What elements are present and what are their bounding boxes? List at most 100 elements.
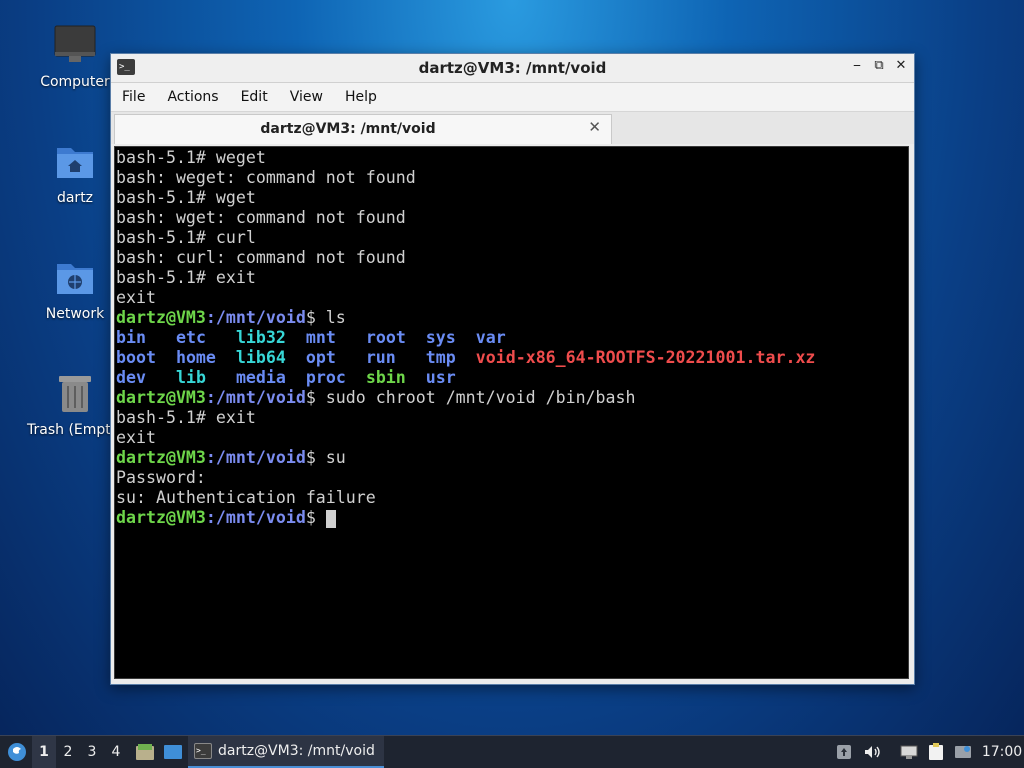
- terminal-line: dartz@VM3:/mnt/void$ ls: [116, 308, 908, 328]
- desktop-icon-label: Network: [45, 306, 105, 322]
- dir-entry: tmp: [425, 348, 456, 367]
- tray-volume[interactable]: [862, 736, 882, 768]
- dir-entry: sys: [425, 328, 456, 347]
- dir-entry: lib: [175, 368, 206, 387]
- ls-output-row: bin etc lib32 mnt root sys var: [116, 328, 908, 348]
- ls-output-row: boot home lib64 opt run tmp void-x86_64-…: [116, 348, 908, 368]
- tray-notifications[interactable]: [952, 736, 974, 768]
- taskbar-task-label: dartz@VM3: /mnt/void: [218, 743, 375, 759]
- command: $ ls: [305, 308, 346, 327]
- desktop-icon-label: Trash (Empty): [27, 422, 125, 438]
- menu-file[interactable]: File: [122, 89, 145, 105]
- clipboard-icon: [929, 743, 943, 760]
- terminal-line: dartz@VM3:/mnt/void$ su: [116, 448, 908, 468]
- app-menu-button[interactable]: [4, 736, 30, 768]
- workspace-3[interactable]: 3: [80, 736, 104, 768]
- desktop-icon-network[interactable]: Network: [27, 256, 123, 322]
- volume-icon: [865, 746, 880, 758]
- taskbar: 1 2 3 4 >_ dartz@VM3: /mnt/void 17:00: [0, 735, 1024, 768]
- dir-entry: root: [365, 328, 406, 347]
- terminal-line: bash-5.1# exit: [116, 408, 256, 427]
- command: $ sudo chroot /mnt/void /bin/bash: [305, 388, 636, 407]
- terminal-output[interactable]: bash-5.1# weget bash: weget: command not…: [114, 146, 909, 679]
- terminal-line: exit: [116, 428, 156, 447]
- text-cursor: [325, 509, 336, 528]
- desktop-icon-computer[interactable]: Computer: [27, 24, 123, 90]
- prompt-path: :/mnt/void: [205, 448, 306, 467]
- ls-output-row: dev lib media proc sbin usr: [116, 368, 908, 388]
- trash-icon: [53, 372, 97, 416]
- workspace-1[interactable]: 1: [32, 736, 56, 768]
- computer-icon: [53, 24, 97, 68]
- menu-help[interactable]: Help: [345, 89, 377, 105]
- terminal-line: Password:: [116, 468, 206, 487]
- prompt-user: dartz@VM3: [116, 388, 206, 407]
- dir-entry: run: [365, 348, 396, 367]
- terminal-window[interactable]: >_ dartz@VM3: /mnt/void ⎯ ⧉ ✕ File Actio…: [110, 53, 915, 685]
- menu-edit[interactable]: Edit: [241, 89, 268, 105]
- dir-entry: etc: [175, 328, 206, 347]
- menu-actions[interactable]: Actions: [167, 89, 218, 105]
- notification-icon: [955, 746, 971, 758]
- prompt-path: :/mnt/void: [205, 508, 306, 527]
- desktop-icon-home[interactable]: dartz: [27, 140, 123, 206]
- workspace-4[interactable]: 4: [104, 736, 128, 768]
- close-icon[interactable]: ✕: [894, 58, 908, 73]
- prompt-path: :/mnt/void: [205, 308, 306, 327]
- desktop-icon-label: dartz: [56, 190, 94, 206]
- tab-terminal[interactable]: dartz@VM3: /mnt/void ✕: [114, 114, 612, 144]
- terminal-line: exit: [116, 288, 156, 307]
- terminal-line: bash-5.1# curl: [116, 228, 256, 247]
- prompt-user: dartz@VM3: [116, 308, 206, 327]
- archive-file-entry: void-x86_64-ROOTFS-20221001.tar.xz: [475, 348, 816, 367]
- menu-view[interactable]: View: [290, 89, 323, 105]
- restore-icon[interactable]: ⧉: [872, 58, 886, 73]
- dir-entry: media: [235, 368, 286, 387]
- terminal-line: bash: curl: command not found: [116, 248, 406, 267]
- tray-updates[interactable]: [834, 736, 854, 768]
- terminal-line: bash-5.1# wget: [116, 188, 256, 207]
- tab-close-icon[interactable]: ✕: [588, 118, 601, 136]
- dir-entry: bin: [116, 328, 146, 347]
- dir-entry: mnt: [305, 328, 336, 347]
- terminal-line: su: Authentication failure: [116, 488, 376, 507]
- file-manager-icon: [136, 744, 154, 760]
- terminal-line: bash: weget: command not found: [116, 168, 416, 187]
- terminal-task-icon: >_: [194, 743, 212, 759]
- tray-network[interactable]: [898, 736, 920, 768]
- desktop-icon-trash[interactable]: Trash (Empty): [27, 372, 125, 438]
- minimize-icon[interactable]: ⎯: [850, 58, 864, 73]
- home-folder-icon: [53, 140, 97, 184]
- dir-entry: boot: [116, 348, 156, 367]
- menu-bar: File Actions Edit View Help: [111, 83, 914, 111]
- tray-clipboard[interactable]: [926, 736, 946, 768]
- file-manager-launcher[interactable]: [134, 736, 156, 768]
- network-icon: [900, 745, 918, 759]
- prompt-symbol: $: [305, 508, 326, 527]
- tab-bar: dartz@VM3: /mnt/void ✕: [111, 111, 914, 144]
- command: $ su: [305, 448, 346, 467]
- prompt-path: :/mnt/void: [205, 388, 306, 407]
- dir-entry: sbin: [365, 368, 406, 387]
- desktop-icon-label: Computer: [40, 74, 110, 90]
- taskbar-terminal-button[interactable]: >_ dartz@VM3: /mnt/void: [188, 736, 384, 768]
- terminal-line: bash-5.1# weget: [116, 148, 266, 167]
- dir-entry: lib64: [235, 348, 286, 367]
- start-menu-icon: [8, 743, 26, 761]
- network-folder-icon: [53, 256, 97, 300]
- show-desktop-icon: [164, 745, 182, 759]
- dir-entry: usr: [425, 368, 456, 387]
- window-titlebar[interactable]: >_ dartz@VM3: /mnt/void ⎯ ⧉ ✕: [111, 54, 914, 83]
- show-desktop-button[interactable]: [162, 736, 184, 768]
- workspace-2[interactable]: 2: [56, 736, 80, 768]
- dir-entry: home: [175, 348, 216, 367]
- prompt-user: dartz@VM3: [116, 448, 206, 467]
- terminal-line: dartz@VM3:/mnt/void$ sudo chroot /mnt/vo…: [116, 388, 908, 408]
- terminal-line: bash-5.1# exit: [116, 268, 256, 287]
- update-icon: [837, 745, 851, 759]
- terminal-line: bash: wget: command not found: [116, 208, 406, 227]
- dir-entry: lib32: [235, 328, 286, 347]
- window-title: dartz@VM3: /mnt/void: [418, 59, 607, 77]
- clock[interactable]: 17:00: [982, 736, 1022, 768]
- terminal-prompt-line: dartz@VM3:/mnt/void$: [116, 508, 908, 528]
